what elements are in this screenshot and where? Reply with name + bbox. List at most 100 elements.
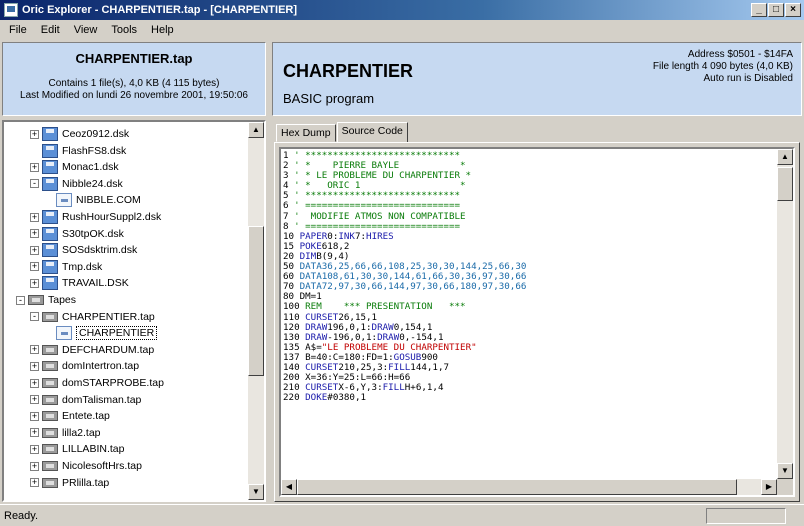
tree-expander[interactable]: + — [30, 461, 39, 471]
right-pane: CHARPENTIER BASIC program Address $0501 … — [272, 42, 802, 502]
tree-item[interactable]: Monac1.dsk — [42, 159, 119, 175]
window-title: Oric Explorer - CHARPENTIER.tap - [CHARP… — [22, 4, 298, 16]
code-scroll-right-button[interactable]: ▶ — [761, 479, 777, 495]
tree-item[interactable]: domIntertron.tap — [42, 358, 139, 374]
program-header: CHARPENTIER BASIC program Address $0501 … — [272, 42, 802, 116]
code-scroll-thumb[interactable] — [777, 167, 793, 201]
code-token: HIRES — [366, 230, 394, 242]
menu-bar: File Edit View Tools Help — [0, 20, 804, 40]
menu-edit[interactable]: Edit — [34, 24, 67, 36]
tree-expander[interactable]: + — [30, 395, 39, 405]
file-tree[interactable]: + Ceoz0912.dsk FlashFS8.dsk + Monac1.dsk - Nib… — [2, 120, 266, 502]
tree-expander[interactable]: + — [30, 345, 39, 355]
tree-item[interactable]: lilla2.tap — [42, 425, 101, 441]
tree-item[interactable]: Tapes — [28, 292, 76, 308]
tree-item[interactable]: NicolesoftHrs.tap — [42, 458, 142, 474]
code-line: 15 POKE618,2 — [283, 241, 777, 252]
source-code-view[interactable]: 1 ' **************************** 2 ' * PI… — [279, 147, 795, 497]
tape-icon — [42, 378, 58, 388]
tree-item[interactable]: CHARPENTIER — [56, 325, 158, 341]
tree-expander[interactable]: - — [16, 295, 25, 305]
status-text: Ready. — [4, 510, 39, 522]
disk-icon — [42, 210, 58, 224]
tree-item[interactable]: domTalisman.tap — [42, 392, 141, 408]
tree-item-label: NicolesoftHrs.tap — [62, 460, 142, 472]
code-scroll-left-button[interactable]: ◀ — [281, 479, 297, 495]
tree-item[interactable]: TRAVAIL.DSK — [42, 275, 129, 291]
tree-expander[interactable]: + — [30, 212, 39, 222]
tree-item[interactable]: CHARPENTIER.tap — [42, 309, 155, 325]
menu-tools[interactable]: Tools — [104, 24, 144, 36]
tree-expander[interactable]: - — [30, 312, 39, 322]
menu-file[interactable]: File — [2, 24, 34, 36]
tree-expander[interactable]: + — [30, 162, 39, 172]
tree-item[interactable]: Ceoz0912.dsk — [42, 126, 129, 142]
tree-expander[interactable]: + — [30, 428, 39, 438]
tape-icon — [42, 361, 58, 372]
code-line: 10 PAPER0:INK7:HIRES — [283, 230, 777, 242]
tape-icon — [42, 344, 58, 355]
disk-icon — [42, 176, 58, 191]
program-address: Address $0501 - $14FA — [687, 49, 793, 60]
tree-item[interactable]: SOSdsktrim.dsk — [42, 242, 137, 258]
code-hscroll-thumb[interactable] — [297, 479, 737, 495]
tree-item-label: SOSdsktrim.dsk — [62, 244, 138, 257]
tree-item-label: Ceoz0912.dsk — [62, 128, 130, 140]
code-horizontal-scrollbar[interactable]: ◀ ▶ — [281, 479, 777, 495]
tree-vertical-scrollbar[interactable]: ▲ ▼ — [248, 122, 264, 500]
tree-expander[interactable]: + — [30, 129, 39, 139]
tree-expander[interactable]: - — [30, 179, 39, 189]
tab-source-code[interactable]: Source Code — [336, 122, 408, 142]
tree-item[interactable]: domSTARPROBE.tap — [42, 375, 164, 391]
tree-expander[interactable]: + — [30, 262, 39, 272]
tree-expander[interactable]: + — [30, 444, 39, 454]
tape-icon — [42, 411, 58, 422]
menu-view[interactable]: View — [67, 24, 105, 36]
scroll-thumb[interactable] — [248, 226, 264, 376]
tree-expander[interactable]: + — [30, 478, 39, 488]
tree-item[interactable]: Entete.tap — [42, 408, 110, 424]
tree-item[interactable]: S30tpOK.dsk — [42, 226, 124, 242]
code-scroll-up-button[interactable]: ▲ — [777, 149, 793, 165]
tree-item[interactable]: LILLABIN.tap — [42, 441, 124, 457]
file-info-contains: Contains 1 file(s), 4,0 KB (4 115 bytes) — [48, 78, 220, 89]
tree-expander[interactable]: + — [30, 229, 39, 239]
code-scroll-down-button[interactable]: ▼ — [777, 463, 793, 479]
tree-item[interactable]: RushHourSuppl2.dsk — [42, 209, 161, 225]
tree-item-label: Monac1.dsk — [62, 161, 119, 174]
code-token: 220 — [283, 392, 306, 404]
tree-expander[interactable]: + — [30, 278, 39, 288]
tree-item-label: S30tpOK.dsk — [62, 227, 124, 240]
scroll-corner — [777, 479, 793, 495]
maximize-button[interactable]: □ — [768, 3, 784, 17]
tree-item[interactable]: Tmp.dsk — [42, 259, 102, 275]
scroll-up-button[interactable]: ▲ — [248, 122, 264, 138]
title-bar: Oric Explorer - CHARPENTIER.tap - [CHARP… — [0, 0, 804, 20]
tree-expander[interactable]: + — [30, 245, 39, 255]
tree-item-label: PRlilla.tap — [62, 476, 110, 489]
disk-icon — [42, 276, 58, 291]
left-pane: CHARPENTIER.tap Contains 1 file(s), 4,0 … — [2, 42, 266, 502]
code-vertical-scrollbar[interactable]: ▲ ▼ — [777, 149, 793, 479]
tree-item-label: domSTARPROBE.tap — [62, 377, 164, 389]
tree-item-label: lilla2.tap — [62, 426, 101, 439]
tree-item[interactable]: FlashFS8.dsk — [42, 143, 126, 159]
tree-item-label: Entete.tap — [62, 410, 110, 423]
tree-expander[interactable]: + — [30, 411, 39, 421]
tab-hex-dump[interactable]: Hex Dump — [276, 124, 336, 142]
tree-item-label: FlashFS8.dsk — [62, 144, 127, 157]
disk-icon — [42, 259, 58, 274]
tree-expander[interactable]: + — [30, 361, 39, 371]
tree-item[interactable]: NIBBLE.COM — [56, 192, 141, 208]
tab-panel: 1 ' **************************** 2 ' * PI… — [274, 142, 800, 502]
close-button[interactable]: × — [785, 3, 801, 17]
minimize-button[interactable]: _ — [751, 3, 767, 17]
tree-item[interactable]: Nibble24.dsk — [42, 176, 123, 192]
menu-help[interactable]: Help — [144, 24, 181, 36]
program-length: File length 4 090 bytes (4,0 KB) — [652, 61, 793, 72]
tree-expander[interactable]: + — [30, 378, 39, 388]
disk-icon — [42, 226, 58, 241]
tree-item[interactable]: DEFCHARDUM.tap — [42, 342, 154, 358]
tree-item[interactable]: PRlilla.tap — [42, 475, 109, 491]
scroll-down-button[interactable]: ▼ — [248, 484, 264, 500]
